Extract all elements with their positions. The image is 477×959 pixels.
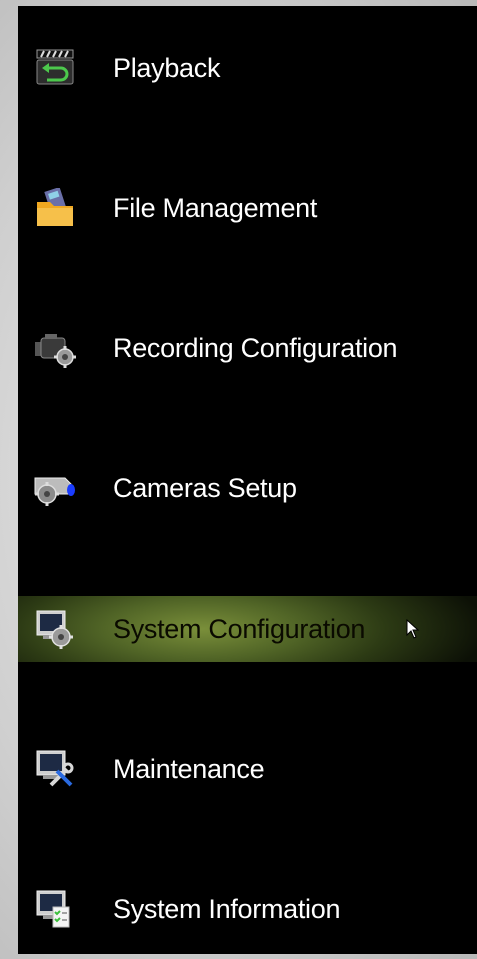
menu-item-system-configuration[interactable]: System Configuration [18, 596, 477, 662]
camera-gear-icon [34, 477, 75, 506]
menu-item-playback[interactable]: Playback [18, 35, 477, 101]
monitor-checklist-icon [36, 890, 70, 928]
menu-item-cameras-setup[interactable]: Cameras Setup [18, 455, 477, 521]
menu-item-maintenance[interactable]: Maintenance [18, 736, 477, 802]
camcorder-gear-icon [35, 334, 76, 368]
screen-frame: Playback File Management Recording Confi… [0, 0, 477, 959]
menu-item-label: Recording Configuration [113, 333, 398, 363]
menu-item-file-management[interactable]: File Management [18, 175, 477, 241]
menu-item-label: File Management [113, 193, 318, 223]
monitor-gear-icon [36, 610, 73, 649]
menu-item-label: System Information [113, 894, 341, 924]
mouse-pointer-icon [406, 619, 420, 639]
menu-item-label: Maintenance [113, 754, 265, 784]
folder-icon [37, 188, 73, 226]
menu-item-label: Cameras Setup [113, 473, 297, 503]
playback-icon [36, 49, 74, 85]
monitor-wrench-icon [36, 750, 74, 787]
main-menu: Playback File Management Recording Confi… [18, 6, 477, 954]
menu-item-label: Playback [113, 53, 221, 83]
menu-item-label: System Configuration [113, 614, 366, 644]
menu-item-system-information[interactable]: System Information [18, 876, 477, 942]
menu-item-recording-configuration[interactable]: Recording Configuration [18, 315, 477, 381]
